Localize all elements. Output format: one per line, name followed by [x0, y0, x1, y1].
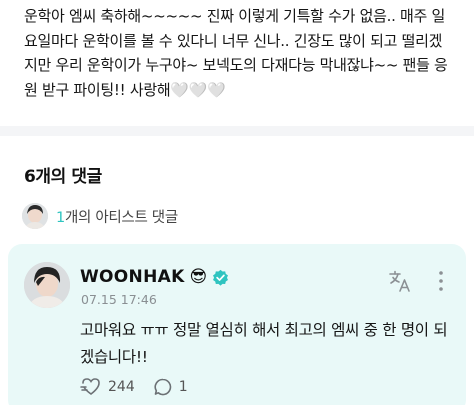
reply-button[interactable]: 1: [153, 377, 188, 397]
post-text: 운학아 엠씨 축하해~~~~~ 진짜 이렇게 기특할 수가 없음.. 매주 일 …: [24, 7, 448, 99]
sunglasses-emoji: 😎: [189, 267, 208, 287]
artist-comment-card: WOONHAK 😎 07.15 17:46 고마워요 ㅠㅠ 정말 열심히 해서 …: [8, 244, 466, 405]
like-button[interactable]: 244: [80, 377, 135, 397]
artist-comments-count: 1: [56, 209, 65, 226]
artist-comments-label: 1개의 아티스트 댓글: [56, 209, 178, 226]
artist-comments-link[interactable]: 1개의 아티스트 댓글: [22, 202, 178, 230]
comment-actions: 244 1: [80, 376, 188, 398]
verified-icon: [213, 269, 229, 286]
comment-timestamp: 07.15 17:46: [81, 292, 157, 307]
author-name[interactable]: WOONHAK: [80, 267, 185, 287]
more-icon[interactable]: [436, 270, 446, 292]
reply-icon: [154, 378, 171, 396]
comments-count-title: 6개의 댓글: [24, 167, 102, 187]
translate-icon[interactable]: [387, 268, 413, 294]
artist-avatar-small: [22, 203, 48, 229]
like-count: 244: [108, 379, 135, 395]
comment-text: 고마워요 ㅠㅠ 정말 열심히 해서 최고의 엠씨 중 한 명이 되겠습니다!!: [80, 321, 448, 366]
author-row: WOONHAK 😎: [80, 264, 229, 290]
author-avatar[interactable]: [24, 262, 70, 308]
like-icon: [80, 378, 100, 395]
section-divider: [0, 126, 474, 136]
reply-count: 1: [178, 379, 188, 395]
